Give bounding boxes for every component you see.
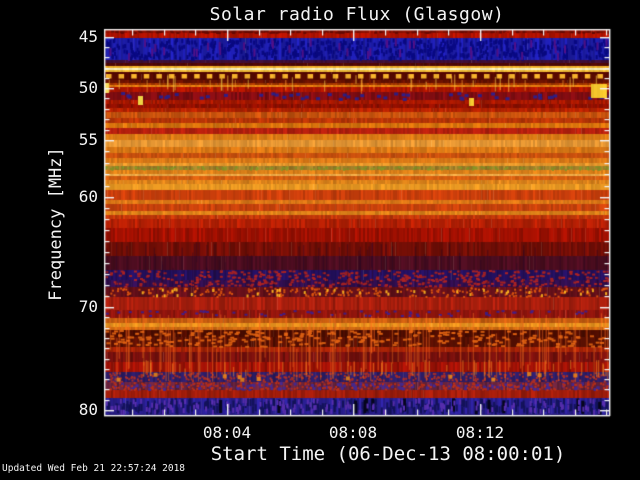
y-tick-label: 60	[78, 187, 98, 206]
update-timestamp: Updated Wed Feb 21 22:57:24 2018	[2, 463, 186, 474]
y-axis-label: Frequency [MHz]	[46, 147, 66, 301]
x-tick-label: 08:04	[202, 423, 252, 442]
x-tick-label: 08:12	[455, 423, 505, 442]
y-tick-label: 55	[78, 130, 98, 149]
radio-flux-spectrogram-page: Solar radio Flux (Glasgow) Frequency [MH…	[0, 0, 640, 480]
chart-title: Solar radio Flux (Glasgow)	[209, 4, 505, 25]
y-tick-label: 45	[78, 27, 98, 46]
x-axis-label: Start Time (06-Dec-13 08:00:01)	[210, 443, 566, 465]
y-tick-label: 50	[78, 78, 98, 97]
x-tick-label: 08:08	[328, 423, 378, 442]
y-tick-label: 80	[78, 400, 98, 419]
y-tick-label: 70	[78, 297, 98, 316]
